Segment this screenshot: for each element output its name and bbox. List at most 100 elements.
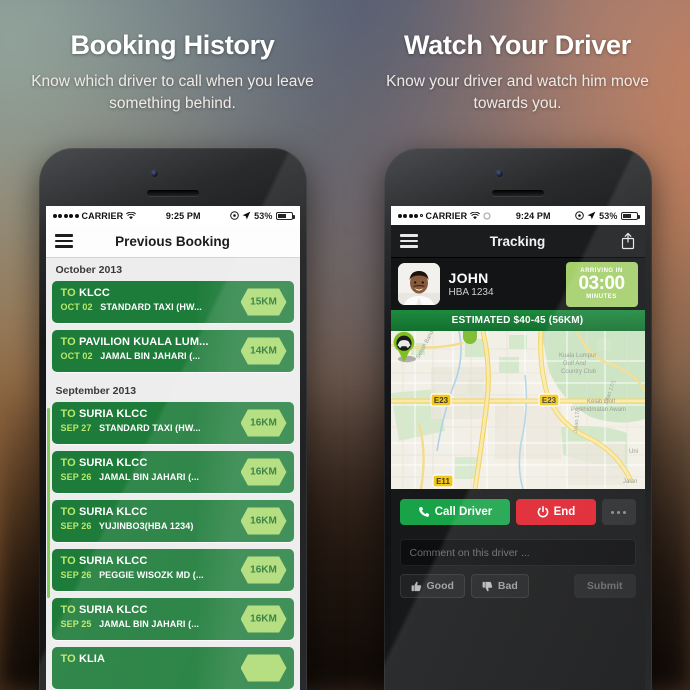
location-arrow-icon <box>587 211 596 220</box>
booking-list-item[interactable]: TO SURIA KLCC SEP 26 YUJINBO3(HBA 1234) … <box>51 500 294 542</box>
phone-icon <box>418 507 429 517</box>
booking-date: SEP 25 <box>60 619 92 629</box>
list-section-header: October 2013 <box>55 264 123 276</box>
distance-badge: 15KM <box>240 288 287 316</box>
status-bar-right-group: 53% <box>230 210 295 221</box>
rate-good-label: Good <box>426 580 454 592</box>
to-label: TO <box>60 555 76 567</box>
map-canvas: E23 E23 E11 Kuala Lumpur Golf And Countr… <box>390 331 645 489</box>
action-buttons-row: Call Driver End <box>391 489 645 533</box>
status-bar-carrier-group: CARRIER <box>52 210 137 221</box>
panels-container: Booking History Know which driver to cal… <box>0 0 690 690</box>
svg-text:Country Club: Country Club <box>561 369 597 375</box>
earpiece-speaker <box>491 190 544 196</box>
wifi-icon <box>126 211 137 219</box>
page-title: Watch Your Driver <box>404 30 631 60</box>
rate-good-button[interactable]: Good <box>399 574 465 598</box>
svg-text:Kuala Lumpur: Kuala Lumpur <box>559 353 596 359</box>
to-label: TO <box>60 604 76 616</box>
map-view[interactable]: E23 E23 E11 Kuala Lumpur Golf And Countr… <box>390 331 645 489</box>
power-icon <box>537 506 548 518</box>
call-driver-button[interactable]: Call Driver <box>399 499 511 525</box>
rate-bad-label: Bad <box>497 580 518 592</box>
distance-badge: 14KM <box>240 337 287 365</box>
distance-badge <box>240 654 287 682</box>
scroll-indicator[interactable] <box>46 408 50 598</box>
alarm-icon <box>575 211 584 220</box>
to-label: TO <box>60 457 76 469</box>
front-camera-icon <box>150 170 158 177</box>
route-shield-e23-west: E23 <box>429 393 452 407</box>
share-icon[interactable] <box>620 232 636 250</box>
page-title: Booking History <box>70 30 275 60</box>
comment-input[interactable]: Comment on this driver ... <box>399 539 636 566</box>
booking-list[interactable]: October 2013 TO KLCC OCT 02 STANDARD TAX… <box>45 258 300 690</box>
end-trip-button[interactable]: End <box>516 499 596 525</box>
estimated-fare-bar: ESTIMATED $40-45 (56KM) <box>390 310 645 331</box>
carrier-label: CARRIER <box>425 210 468 221</box>
status-bar-time: 9:24 PM <box>515 210 551 221</box>
booking-list-item[interactable]: TO KLCC OCT 02 STANDARD TAXI (HW... 15KM <box>51 281 294 323</box>
battery-percent-label: 53% <box>254 210 273 221</box>
call-driver-label: Call Driver <box>434 506 493 518</box>
destination-name: SURIA KLCC <box>78 457 148 469</box>
destination-name: SURIA KLCC <box>78 604 148 616</box>
alarm-icon <box>230 211 239 220</box>
booking-driver: JAMAL BIN JAHARI (... <box>99 472 200 482</box>
nav-bar-left: Previous Booking <box>45 225 300 258</box>
hamburger-menu-icon[interactable] <box>399 234 418 248</box>
status-bar-carrier-group: CARRIER <box>397 210 492 221</box>
to-label: TO <box>60 336 76 348</box>
car-marker-pin[interactable] <box>391 331 417 363</box>
thumbs-up-icon <box>411 581 421 591</box>
booking-list-item[interactable]: TO SURIA KLCC SEP 26 JAMAL BIN JAHARI (.… <box>51 451 294 493</box>
phone-bezel-top <box>46 148 300 206</box>
distance-badge: 16KM <box>240 409 287 437</box>
battery-icon <box>275 211 295 220</box>
hero-right: Watch Your Driver Know your driver and w… <box>345 0 690 115</box>
driver-plate: HBA 1234 <box>448 287 494 298</box>
carrier-label: CARRIER <box>81 210 124 221</box>
wifi-icon <box>470 211 481 219</box>
phone-device-right: CARRIER 9:24 PM 53% Tracking JOHN HBA 12… <box>383 148 652 690</box>
destination-name: KLCC <box>78 287 110 299</box>
driver-name: JOHN <box>448 270 489 286</box>
booking-date: SEP 27 <box>60 423 92 433</box>
end-trip-label: End <box>553 506 576 518</box>
booking-list-item[interactable]: TO PAVILION KUALA LUM... OCT 02 JAMAL BI… <box>51 330 294 372</box>
svg-text:E23: E23 <box>433 396 448 405</box>
hamburger-menu-icon[interactable] <box>54 234 73 248</box>
svg-text:E11: E11 <box>436 477 450 486</box>
distance-badge: 16KM <box>240 458 287 486</box>
comment-placeholder: Comment on this driver ... <box>409 546 530 559</box>
svg-text:Kelab Golf: Kelab Golf <box>587 399 615 405</box>
destination-name: SURIA KLCC <box>78 555 148 567</box>
route-shield-e11: E11 <box>431 474 454 488</box>
destination-name: SURIA KLCC <box>78 506 148 518</box>
front-camera-icon <box>495 170 503 177</box>
submit-button[interactable]: Submit <box>573 574 636 598</box>
avatar <box>397 263 440 305</box>
status-bar-right: CARRIER 9:24 PM 53% <box>391 206 645 225</box>
eta-unit: MINUTES <box>586 293 617 300</box>
rate-bad-button[interactable]: Bad <box>470 574 529 598</box>
booking-list-item[interactable]: TO KLIA <box>51 647 294 689</box>
rating-row: Good Bad Submit <box>391 566 645 598</box>
nav-title-left: Previous Booking <box>115 233 230 249</box>
booking-list-item[interactable]: TO SURIA KLCC SEP 25 JAMAL BIN JAHARI (.… <box>51 598 294 640</box>
booking-driver: YUJINBO3(HBA 1234) <box>98 521 194 531</box>
booking-list-item[interactable]: TO SURIA KLCC SEP 26 PEGGIE WISOZK MD (.… <box>51 549 294 591</box>
booking-driver: JAMAL BIN JAHARI (... <box>99 619 200 629</box>
nav-title-right: Tracking <box>489 233 546 249</box>
more-options-button[interactable] <box>601 499 636 525</box>
phone-screen-left: CARRIER 9:25 PM 53% Previous Booking Oct… <box>45 206 300 690</box>
svg-text:Golf And: Golf And <box>563 361 586 367</box>
eta-badge: ARRIVING IN 03:00 MINUTES <box>565 261 638 307</box>
destination-name: PAVILION KUALA LUM... <box>78 336 209 348</box>
booking-driver: PEGGIE WISOZK MD (... <box>99 570 204 580</box>
sync-icon <box>483 212 491 219</box>
driver-card: JOHN HBA 1234 ARRIVING IN 03:00 MINUTES <box>390 258 645 310</box>
to-label: TO <box>60 653 76 665</box>
booking-list-item[interactable]: TO SURIA KLCC SEP 27 STANDARD TAXI (HW..… <box>51 402 294 444</box>
phone-screen-right: CARRIER 9:24 PM 53% Tracking JOHN HBA 12… <box>390 206 645 690</box>
